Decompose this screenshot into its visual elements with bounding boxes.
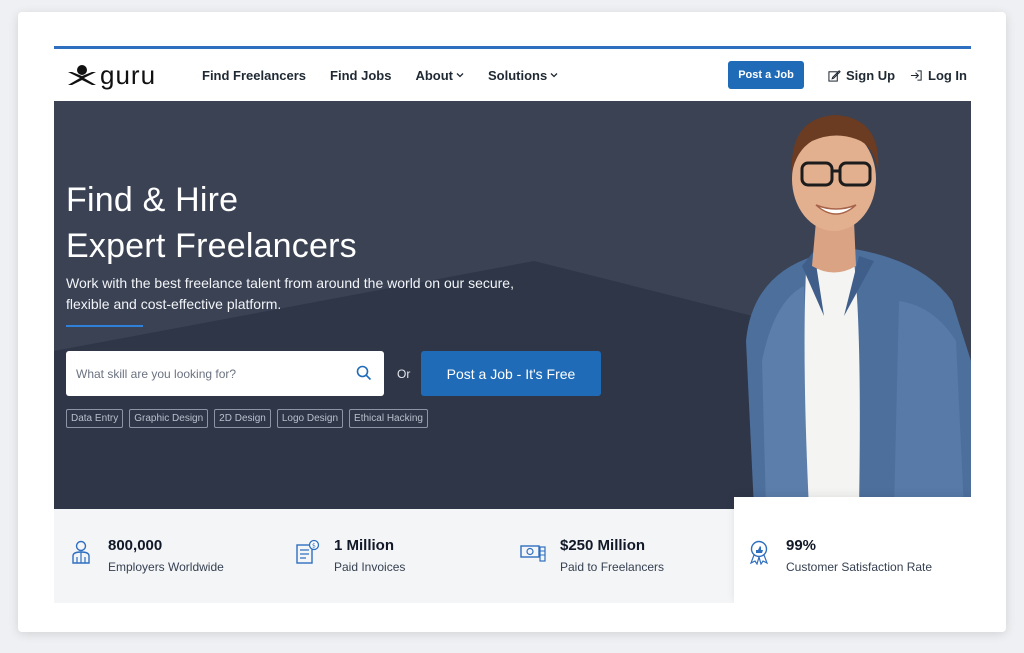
stats-bar: 800,000 Employers Worldwide $ 1 Million … <box>54 497 971 603</box>
chevron-down-icon <box>550 73 558 78</box>
guru-logo[interactable]: guru <box>66 60 157 90</box>
award-icon <box>749 540 769 565</box>
tag-data-entry[interactable]: Data Entry <box>66 409 124 428</box>
header: guru Find Freelancers Find Jobs About So… <box>54 49 971 101</box>
log-in-label: Log In <box>928 67 967 83</box>
hero-section: Find & Hire Expert Freelancers Work with… <box>54 101 971 509</box>
tag-graphic-design[interactable]: Graphic Design <box>129 409 209 428</box>
employer-icon <box>72 540 90 564</box>
hero-person-image <box>746 115 971 509</box>
nav-label: Solutions <box>487 67 548 83</box>
stat-value: $250 Million <box>560 537 646 554</box>
stat-value: 1 Million <box>334 537 394 554</box>
skill-search-input[interactable] <box>76 366 346 381</box>
hero-title-line: Find & Hire <box>66 181 239 219</box>
edit-icon <box>828 69 841 82</box>
hero-divider <box>66 325 143 327</box>
hero-title-line: Expert Freelancers <box>66 227 357 265</box>
nav-find-jobs[interactable]: Find Jobs <box>330 68 391 83</box>
post-job-free-button[interactable]: Post a Job - It's Free <box>421 351 601 396</box>
log-in-link[interactable]: Log In <box>910 49 967 101</box>
stat-value: 99% <box>786 537 817 554</box>
invoice-icon: $ <box>296 539 320 564</box>
chevron-down-icon <box>456 73 464 78</box>
sign-up-label: Sign Up <box>846 67 896 83</box>
svg-text:$: $ <box>312 543 316 550</box>
stat-value: 800,000 <box>108 537 163 554</box>
nav-label: Find Jobs <box>330 67 392 83</box>
nav-solutions[interactable]: Solutions <box>488 68 558 83</box>
stat-paid: $250 Million Paid to Freelancers <box>520 537 664 576</box>
post-a-job-button[interactable]: Post a Job <box>728 61 804 89</box>
logo-text: guru <box>100 60 157 90</box>
nav-label: Find Freelancers <box>202 67 307 83</box>
main-nav: Find Freelancers Find Jobs About Solutio… <box>202 49 558 101</box>
nav-about[interactable]: About <box>415 68 464 83</box>
stat-label: Paid to Freelancers <box>560 560 665 574</box>
nav-find-freelancers[interactable]: Find Freelancers <box>202 68 306 83</box>
tag-ethical-hacking[interactable]: Ethical Hacking <box>349 409 428 428</box>
stat-employers: 800,000 Employers Worldwide <box>68 537 224 576</box>
or-text: Or <box>397 367 411 381</box>
hero-subtitle: Work with the best freelance talent from… <box>66 275 514 312</box>
guru-logo-icon <box>68 65 96 85</box>
stat-label: Paid Invoices <box>334 560 406 574</box>
stat-label: Customer Satisfaction Rate <box>786 560 933 574</box>
hero-title: Find & Hire Expert Freelancers <box>66 177 357 269</box>
page: guru Find Freelancers Find Jobs About So… <box>54 46 971 603</box>
sign-up-link[interactable]: Sign Up <box>828 49 895 101</box>
login-icon <box>910 69 922 81</box>
stat-label: Employers Worldwide <box>108 560 224 574</box>
tag-logo-design[interactable]: Logo Design <box>276 409 344 428</box>
skill-search-box <box>66 351 384 396</box>
stat-satisfaction: 99% Customer Satisfaction Rate <box>746 537 932 576</box>
stat-invoices: $ 1 Million Paid Invoices <box>294 537 405 576</box>
search-icon[interactable] <box>356 365 372 381</box>
nav-label: About <box>415 67 453 83</box>
skill-tags: Data Entry Graphic Design 2D Design Logo… <box>66 409 428 428</box>
money-icon <box>520 545 546 562</box>
tag-2d-design[interactable]: 2D Design <box>214 409 271 428</box>
